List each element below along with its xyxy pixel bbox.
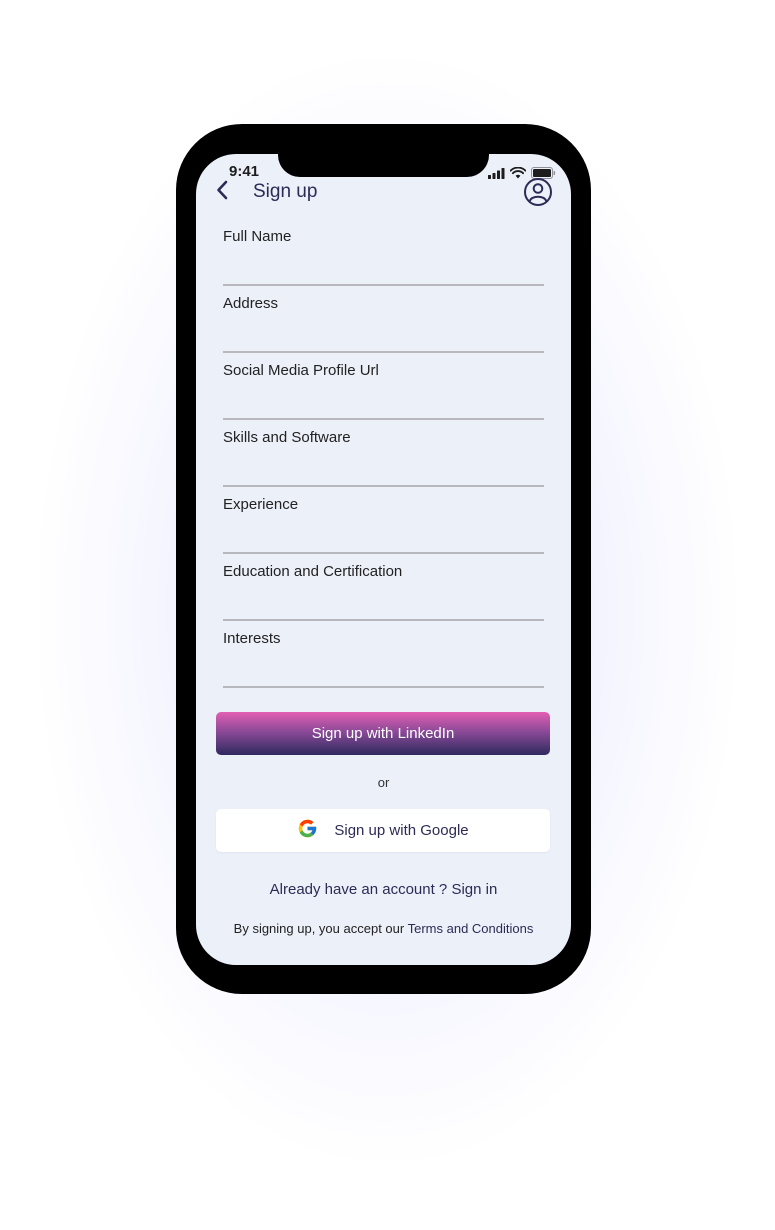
profile-button[interactable]	[523, 177, 553, 207]
signin-prompt: Already have an account ? Sign in	[196, 881, 571, 898]
google-g-icon	[297, 818, 318, 843]
field-education-certification: Education and Certification	[223, 563, 544, 630]
social-media-url-input[interactable]	[223, 382, 544, 420]
phone-screen: 9:41 Sign up Full Name Address Social Me…	[196, 154, 571, 965]
signup-google-button[interactable]: Sign up with Google	[216, 809, 550, 852]
full-name-input[interactable]	[223, 248, 544, 286]
terms-link[interactable]: Terms and Conditions	[408, 921, 534, 936]
signup-linkedin-button[interactable]: Sign up with LinkedIn	[216, 712, 550, 755]
experience-input[interactable]	[223, 516, 544, 554]
field-label: Experience	[223, 496, 299, 513]
or-divider-text: or	[377, 775, 390, 790]
interests-input[interactable]	[223, 650, 544, 688]
chevron-left-icon	[216, 180, 228, 205]
signin-link[interactable]: Sign in	[451, 881, 497, 898]
education-certification-input[interactable]	[223, 583, 544, 621]
field-label: Full Name	[223, 228, 292, 245]
phone-notch	[278, 154, 489, 177]
signup-linkedin-label: Sign up with LinkedIn	[311, 725, 455, 742]
field-interests: Interests	[223, 630, 544, 697]
field-label: Social Media Profile Url	[223, 362, 379, 379]
user-circle-icon	[523, 178, 553, 211]
terms-notice: By signing up, you accept our Terms and …	[196, 921, 571, 936]
field-label: Education and Certification	[223, 563, 403, 580]
field-label: Interests	[223, 630, 281, 647]
back-button[interactable]	[212, 180, 232, 204]
field-social-media-url: Social Media Profile Url	[223, 362, 544, 429]
field-full-name: Full Name	[223, 228, 544, 295]
signup-form: Full Name Address Social Media Profile U…	[223, 228, 544, 697]
field-label: Address	[223, 295, 279, 312]
page-title: Sign up	[253, 181, 318, 202]
skills-software-input[interactable]	[223, 449, 544, 487]
address-input[interactable]	[223, 315, 544, 353]
have-account-text: Already have an account ?	[269, 881, 448, 898]
terms-prefix-text: By signing up, you accept our	[233, 921, 405, 936]
field-address: Address	[223, 295, 544, 362]
top-bar: Sign up	[196, 176, 571, 208]
field-label: Skills and Software	[223, 429, 351, 446]
field-experience: Experience	[223, 496, 544, 563]
field-skills-software: Skills and Software	[223, 429, 544, 496]
phone-frame: 9:41 Sign up Full Name Address Social Me…	[176, 124, 591, 994]
signup-google-label: Sign up with Google	[334, 822, 469, 839]
